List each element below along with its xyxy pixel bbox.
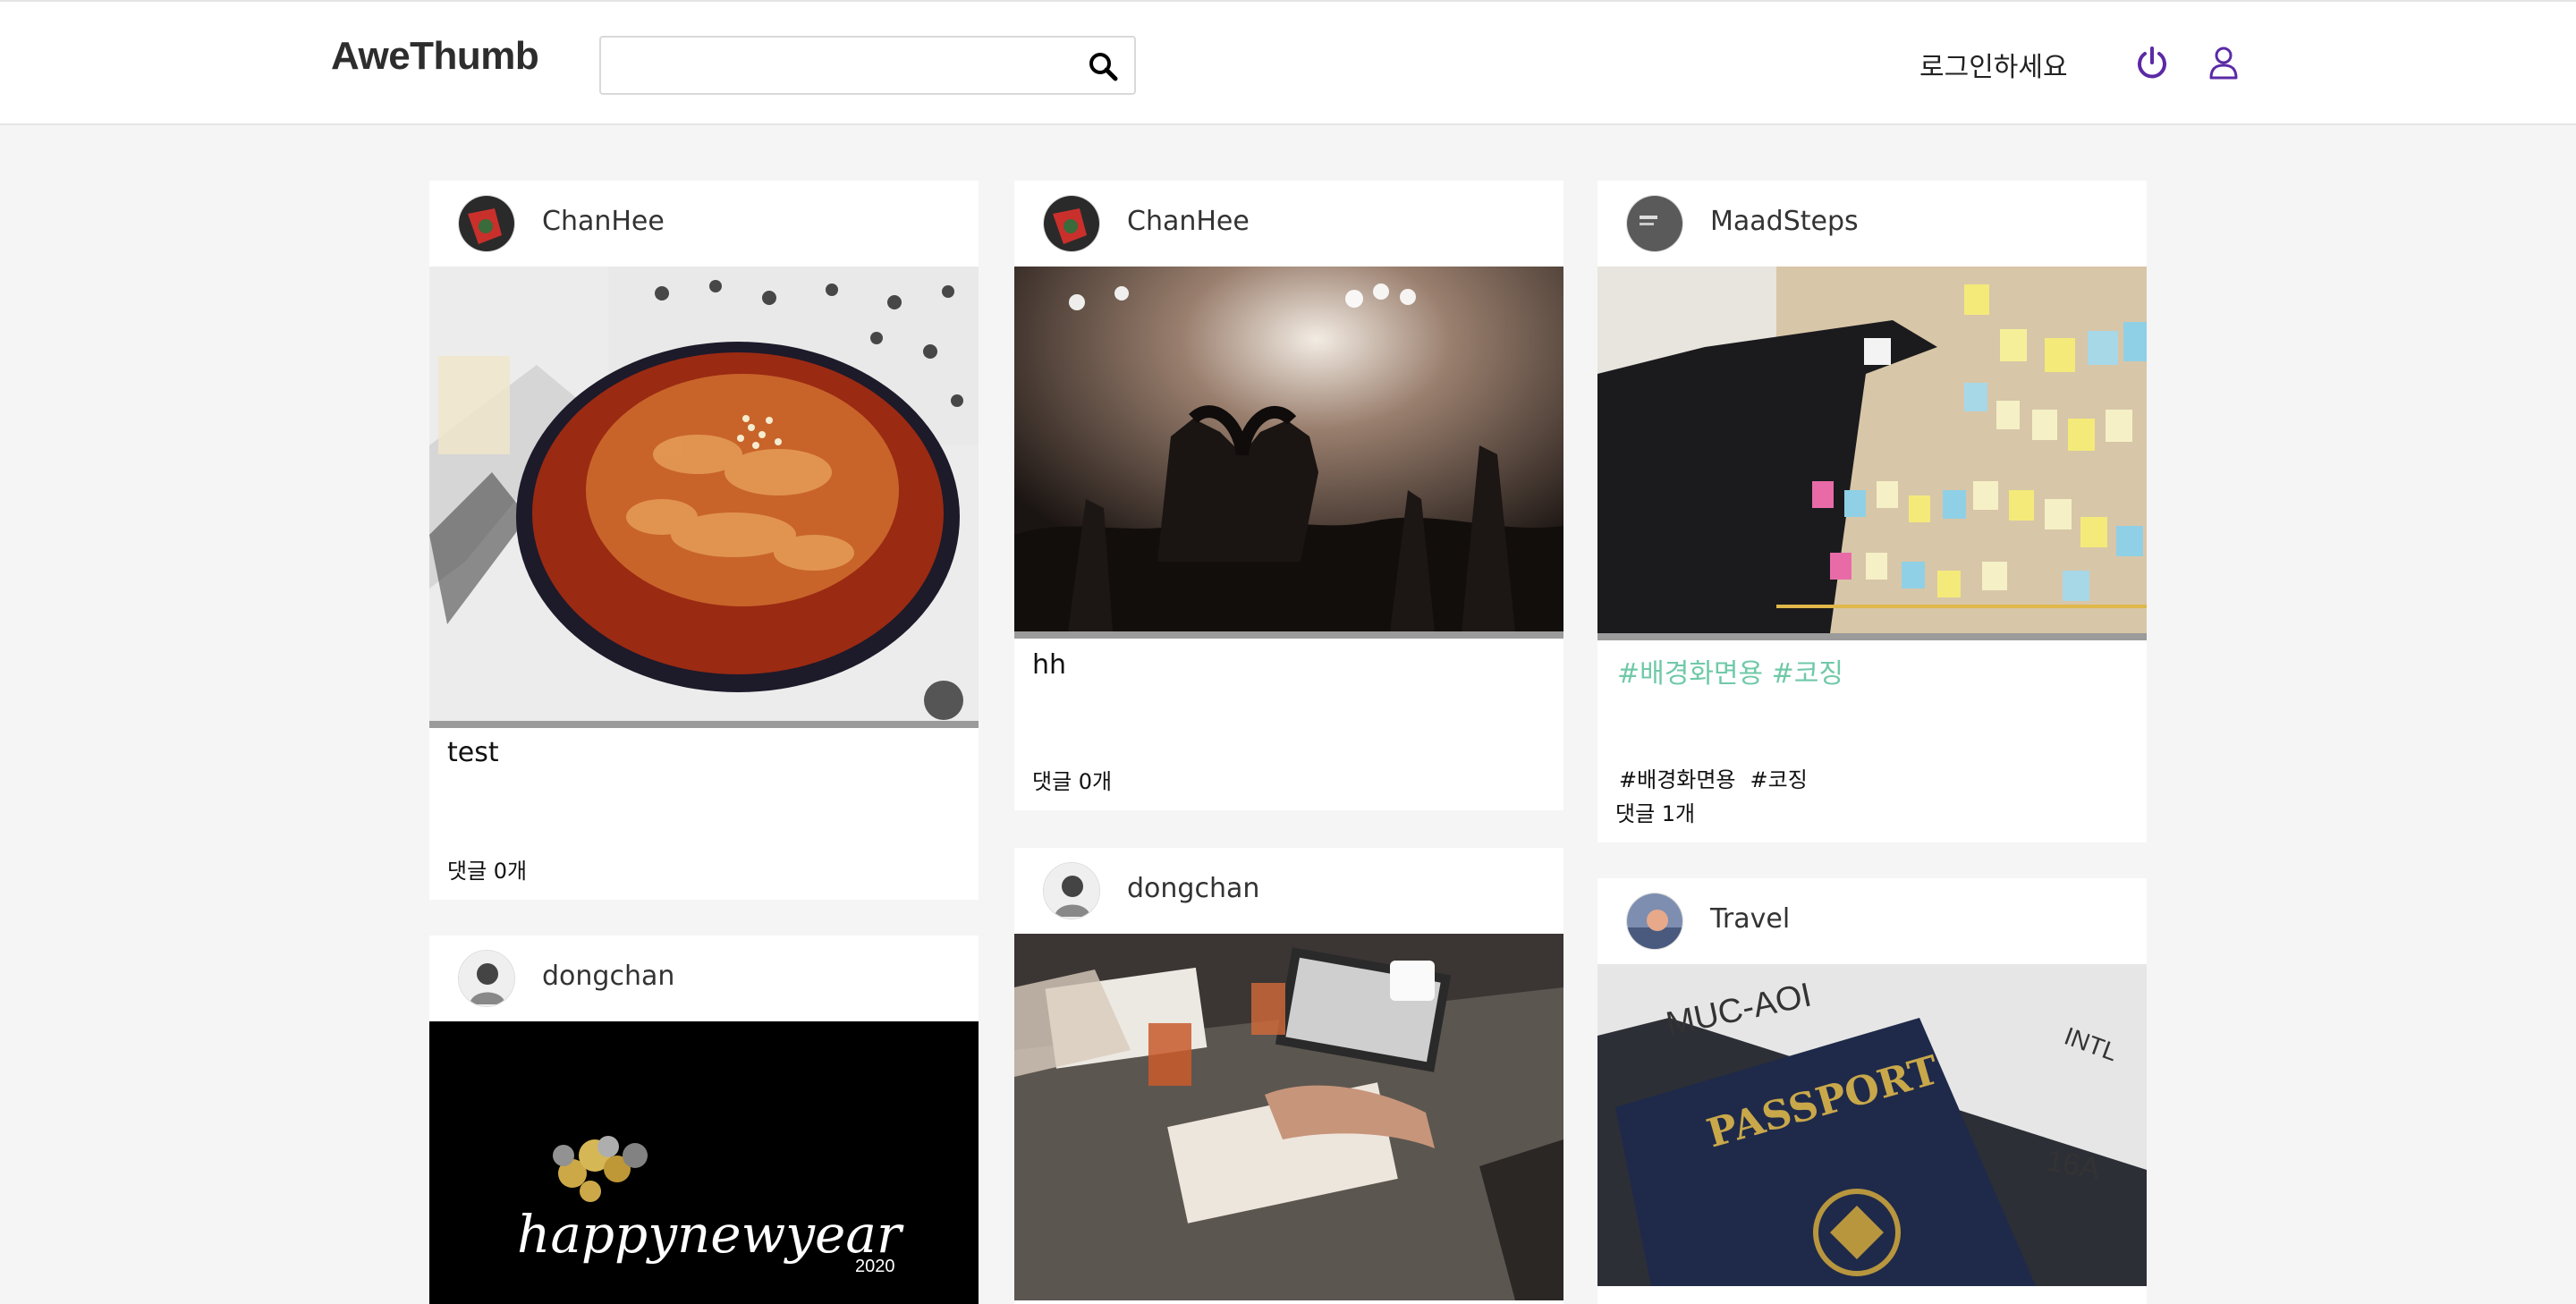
new-year-year: 2020 (855, 1257, 895, 1276)
post-username[interactable]: dongchan (1127, 873, 1259, 904)
search-input[interactable] (614, 38, 1079, 91)
post-image[interactable]: happynewyear 2020 (429, 1021, 979, 1304)
post-tag-title[interactable]: #배경화면용 #코징 (1617, 651, 1843, 690)
hashtag[interactable]: #배경화면용 (1619, 767, 1736, 792)
post-header: MaadSteps (1597, 181, 2147, 267)
avatar[interactable] (1626, 195, 1683, 252)
post-image[interactable]: MUC-AOI INTL 16A PASSPORT (1597, 964, 2147, 1286)
app-logo[interactable]: AweThumb (331, 34, 539, 79)
post-card[interactable]: MaadSteps #배경화면용 #코징 #배경화면용 #코징 댓글 1개 (1597, 181, 2147, 843)
image-divider (1597, 633, 2147, 640)
search-icon[interactable] (1088, 51, 1118, 81)
post-header: dongchan (429, 936, 979, 1021)
post-username[interactable]: Travel (1710, 903, 1790, 935)
comment-count[interactable]: 댓글 0개 (447, 853, 527, 885)
post-header: ChanHee (429, 181, 979, 267)
post-card[interactable]: Travel MUC-AOI INTL 16A PASSPORT (1597, 878, 2147, 1304)
post-username[interactable]: ChanHee (542, 206, 665, 237)
user-icon[interactable] (2206, 45, 2241, 80)
post-card[interactable]: ChanHee hh 댓글 0개 (1014, 181, 1563, 810)
top-nav: AweThumb 로그인하세요 (0, 0, 2576, 125)
comment-count[interactable]: 댓글 0개 (1032, 764, 1112, 795)
avatar[interactable] (1043, 862, 1100, 919)
post-image[interactable] (1014, 267, 1563, 631)
avatar[interactable] (458, 195, 515, 252)
comment-count[interactable]: 댓글 1개 (1615, 796, 1695, 827)
post-header: dongchan (1014, 848, 1563, 934)
hashtag[interactable]: #코징 (1750, 767, 1808, 792)
power-icon[interactable] (2134, 45, 2170, 80)
login-prompt[interactable]: 로그인하세요 (1919, 45, 2068, 84)
post-card[interactable]: ChanHee test 댓글 0개 (429, 181, 979, 900)
post-title[interactable]: test (447, 737, 499, 768)
avatar[interactable] (1626, 893, 1683, 950)
post-card[interactable]: dongchan (1014, 848, 1563, 1304)
new-year-text: happynewyear (517, 1204, 904, 1265)
post-image[interactable] (1597, 267, 2147, 633)
search-box (599, 36, 1136, 95)
image-divider (1014, 631, 1563, 639)
avatar[interactable] (458, 950, 515, 1007)
post-title[interactable]: hh (1032, 649, 1066, 681)
post-image[interactable] (429, 267, 979, 721)
post-username[interactable]: MaadSteps (1710, 206, 1859, 237)
post-image[interactable] (1014, 934, 1563, 1300)
post-username[interactable]: ChanHee (1127, 206, 1250, 237)
post-username[interactable]: dongchan (542, 961, 674, 992)
post-card[interactable]: dongchan happynewyear 2020 (429, 936, 979, 1304)
image-divider (429, 721, 979, 728)
post-header: ChanHee (1014, 181, 1563, 267)
post-header: Travel (1597, 878, 2147, 964)
hashtag-list: #배경화면용 #코징 (1619, 762, 1822, 793)
avatar[interactable] (1043, 195, 1100, 252)
